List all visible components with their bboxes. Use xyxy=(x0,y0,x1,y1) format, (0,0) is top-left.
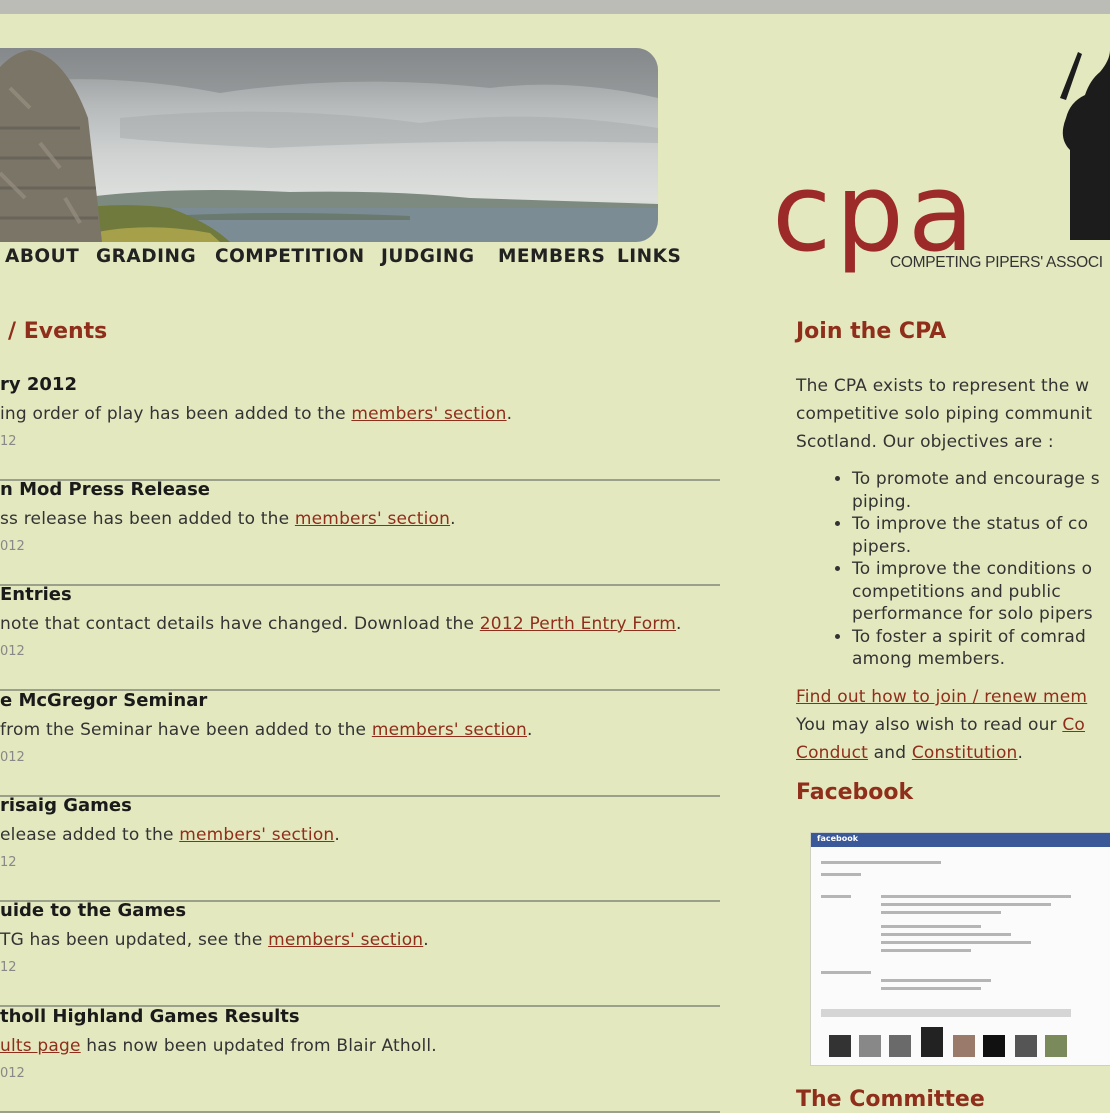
join-link-line: Find out how to join / renew mem xyxy=(796,683,1087,711)
header-banner-photo xyxy=(0,48,658,242)
intro-line: The CPA exists to represent the w xyxy=(796,376,1090,396)
news-item-body: ss release has been added to the members… xyxy=(0,509,456,529)
entry-form-link[interactable]: 2012 Perth Entry Form xyxy=(480,614,676,634)
facebook-page-screenshot[interactable]: facebook xyxy=(810,832,1110,1066)
results-page-link[interactable]: ults page xyxy=(0,1036,81,1056)
news-item-title: Entries xyxy=(0,584,72,605)
members-section-link[interactable]: members' section xyxy=(179,825,334,845)
news-item-body: TG has been updated, see the members' se… xyxy=(0,930,429,950)
news-item-body: elease added to the members' section. xyxy=(0,825,341,845)
nav-members[interactable]: MEMBERS xyxy=(498,246,605,267)
news-item-title: risaig Games xyxy=(0,795,132,816)
logo-subtitle: COMPETING PIPERS' ASSOCI xyxy=(890,254,1103,271)
landscape-image xyxy=(0,48,658,242)
logo-wordmark: cpa xyxy=(772,151,979,276)
news-item: risaig Games elease added to the members… xyxy=(0,795,720,902)
browser-top-strip xyxy=(0,0,1110,14)
news-item: n Mod Press Release ss release has been … xyxy=(0,479,720,586)
members-section-link[interactable]: members' section xyxy=(351,404,506,424)
news-item-title: ry 2012 xyxy=(0,374,77,395)
committee-heading: The Committee xyxy=(796,1087,985,1112)
news-item-date: 12 xyxy=(0,960,17,975)
nav-about[interactable]: ABOUT xyxy=(5,246,79,267)
members-section-link[interactable]: members' section xyxy=(268,930,423,950)
news-item-date: 12 xyxy=(0,434,17,449)
news-item: e McGregor Seminar from the Seminar have… xyxy=(0,690,720,797)
news-item-body: ults page has now been updated from Blai… xyxy=(0,1036,437,1056)
objectives-list: To promote and encourage spiping. To imp… xyxy=(796,468,1100,671)
news-item-body: from the Seminar have been added to the … xyxy=(0,720,533,740)
news-item-date: 012 xyxy=(0,1066,25,1081)
news-item-date: 012 xyxy=(0,539,25,554)
read-line: You may also wish to read our Co xyxy=(796,715,1086,735)
intro-line: Scotland. Our objectives are : xyxy=(796,432,1054,452)
news-item: ry 2012 ing order of play has been added… xyxy=(0,374,720,481)
news-item: Entries note that contact details have c… xyxy=(0,584,720,691)
news-item-title: e McGregor Seminar xyxy=(0,690,208,711)
nav-links[interactable]: LINKS xyxy=(617,246,681,267)
nav-grading[interactable]: GRADING xyxy=(96,246,196,267)
cpa-logo[interactable]: cpa COMPETING PIPERS' ASSOCI xyxy=(760,40,1110,280)
code-of-conduct-link[interactable]: Co xyxy=(1062,715,1085,735)
news-item: uide to the Games TG has been updated, s… xyxy=(0,900,720,1007)
join-renew-link[interactable]: Find out how to join / renew mem xyxy=(796,687,1087,707)
facebook-bar: facebook xyxy=(811,833,1110,847)
facebook-logo-icon: facebook xyxy=(817,834,859,843)
conduct-line: Conduct and Constitution. xyxy=(796,743,1024,763)
members-section-link[interactable]: members' section xyxy=(372,720,527,740)
intro-line: competitive solo piping communit xyxy=(796,404,1093,424)
news-heading: / Events xyxy=(8,319,108,344)
news-item-date: 012 xyxy=(0,644,25,659)
objective-item: To improve the conditions ocompetitions … xyxy=(852,558,1100,626)
nav-judging[interactable]: JUDGING xyxy=(381,246,475,267)
news-item-date: 012 xyxy=(0,750,25,765)
objective-item: To promote and encourage spiping. xyxy=(852,468,1100,513)
constitution-link[interactable]: Constitution xyxy=(912,743,1018,763)
objective-item: To improve the status of copipers. xyxy=(852,513,1100,558)
news-item: tholl Highland Games Results ults page h… xyxy=(0,1006,720,1113)
news-item-title: n Mod Press Release xyxy=(0,479,210,500)
nav-competition[interactable]: COMPETITION xyxy=(215,246,365,267)
members-section-link[interactable]: members' section xyxy=(295,509,450,529)
news-item-title: tholl Highland Games Results xyxy=(0,1006,300,1027)
news-item-date: 12 xyxy=(0,855,17,870)
news-item-body: note that contact details have changed. … xyxy=(0,614,682,634)
news-item-title: uide to the Games xyxy=(0,900,187,921)
objective-item: To foster a spirit of comradamong member… xyxy=(852,626,1100,671)
news-item-body: ing order of play has been added to the … xyxy=(0,404,513,424)
join-heading: Join the CPA xyxy=(796,319,947,344)
conduct-link[interactable]: Conduct xyxy=(796,743,868,763)
facebook-heading: Facebook xyxy=(796,780,914,805)
